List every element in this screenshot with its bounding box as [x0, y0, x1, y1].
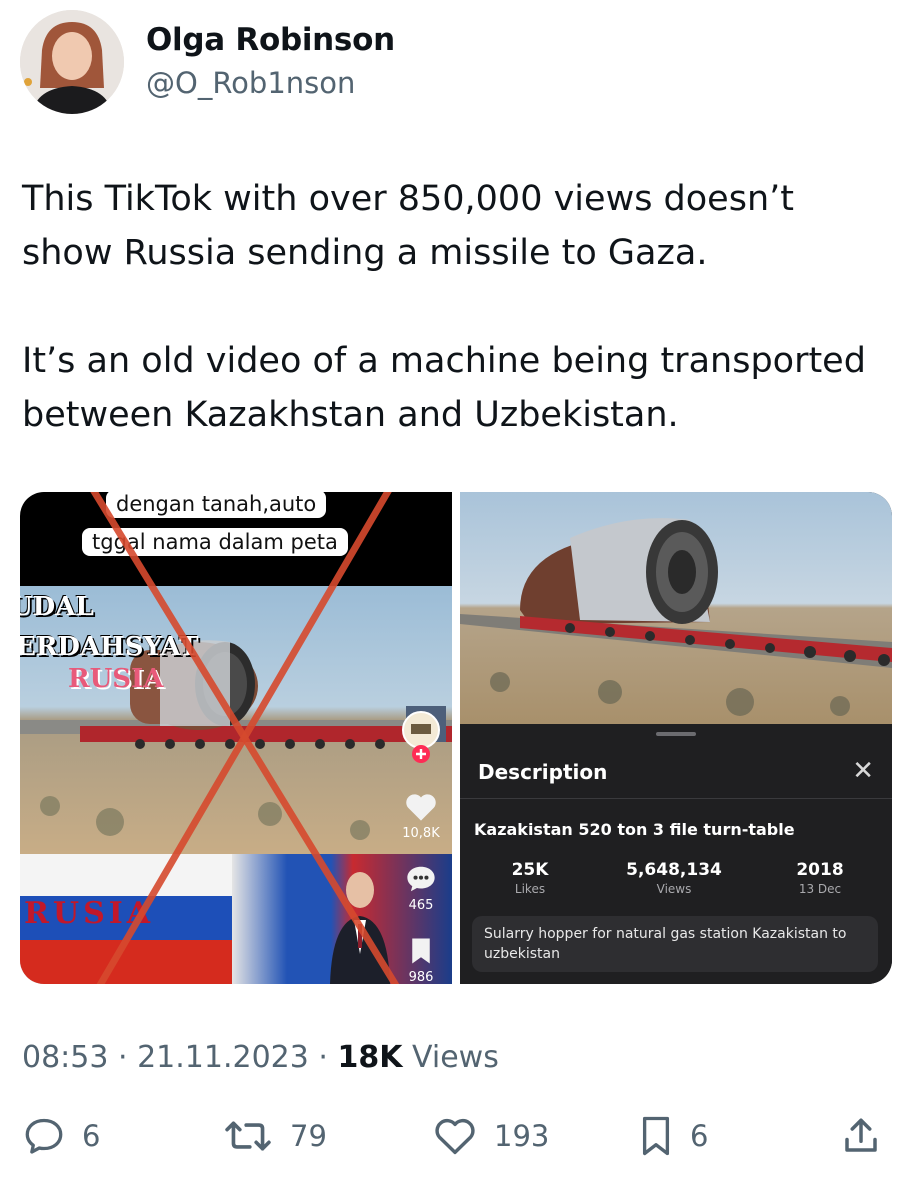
close-icon[interactable]: ✕ — [852, 758, 874, 784]
tweet-text: This TikTok with over 850,000 views does… — [22, 172, 892, 442]
stat-date-value: 2018 — [796, 860, 844, 880]
avatar-photo — [20, 10, 124, 114]
tweet-paragraph-2: It’s an old video of a machine being tra… — [22, 341, 866, 435]
overlay-text-2: ERDAHSYAT — [20, 632, 199, 662]
tweet-paragraph-1: This TikTok with over 850,000 views does… — [22, 179, 794, 273]
truck-illustration — [20, 640, 452, 840]
sheet-title: Description — [478, 760, 608, 784]
heart-icon — [435, 1118, 475, 1155]
share-icon — [845, 1118, 877, 1152]
divider — [460, 798, 892, 799]
views-count: 18K — [337, 1040, 403, 1075]
comment-action[interactable]: 465 — [396, 864, 446, 913]
sheet-grabber[interactable] — [656, 732, 696, 736]
stat-likes: 25K Likes — [502, 860, 558, 896]
bookmark-icon — [412, 938, 430, 964]
like-button[interactable]: 193 — [432, 1116, 549, 1156]
stat-likes-value: 25K — [511, 860, 549, 880]
transport-scene — [20, 586, 452, 854]
stat-date: 2018 13 Dec — [790, 860, 850, 896]
repost-icon — [225, 1121, 271, 1151]
description-sheet: Description ✕ Kazakistan 520 ton 3 file … — [460, 724, 892, 984]
truck-photo-illustration — [460, 518, 892, 716]
tweet-meta: 08:53 · 21.11.2023 · 18K Views — [22, 1040, 499, 1075]
description-text: Sularry hopper for natural gas station K… — [472, 916, 878, 972]
media-grid: dengan tanah,auto tggal nama dalam peta — [20, 492, 892, 984]
stat-views-value: 5,648,134 — [626, 860, 722, 880]
overlay-text-3: RUSIA — [68, 664, 164, 694]
caption-line-1: dengan tanah,auto — [106, 492, 327, 518]
stat-views-label: Views — [656, 882, 692, 896]
views-label: Views — [412, 1040, 499, 1075]
media-image-tiktok[interactable]: dengan tanah,auto tggal nama dalam peta — [20, 492, 452, 984]
stat-date-label: 13 Dec — [798, 882, 842, 896]
share-button[interactable] — [840, 1116, 882, 1156]
repost-button[interactable]: 79 — [222, 1116, 327, 1156]
bookmark-count: 6 — [690, 1119, 709, 1153]
comment-icon — [407, 866, 435, 892]
media-image-description[interactable]: Description ✕ Kazakistan 520 ton 3 file … — [460, 492, 892, 984]
save-count: 986 — [408, 970, 434, 984]
heart-icon — [406, 794, 436, 821]
transport-photo — [460, 492, 892, 724]
flag-stripe-white — [20, 854, 232, 896]
tweet-time[interactable]: 08:53 — [22, 1040, 108, 1075]
like-action[interactable]: 10,8K — [396, 792, 446, 841]
bookmark-icon — [642, 1116, 670, 1156]
tweet-date[interactable]: 21.11.2023 — [137, 1040, 309, 1075]
reply-count: 6 — [82, 1119, 101, 1153]
author-name[interactable]: Olga Robinson — [146, 22, 395, 58]
like-count: 193 — [494, 1119, 550, 1153]
avatar[interactable] — [20, 10, 124, 114]
profile-badge[interactable] — [396, 710, 446, 774]
overlay-text-1: UDAL — [20, 592, 94, 622]
flag-stripe-red — [20, 940, 232, 984]
author-handle[interactable]: @O_Rob1nson — [146, 66, 355, 100]
reply-button[interactable]: 6 — [22, 1116, 100, 1156]
repost-count: 79 — [290, 1119, 327, 1153]
stat-likes-label: Likes — [514, 882, 546, 896]
like-count: 10,8K — [402, 826, 440, 841]
video-title: Kazakistan 520 ton 3 file turn-table — [474, 820, 795, 839]
flag-text: RUSIA — [24, 896, 155, 931]
comment-count: 465 — [408, 898, 434, 913]
caption-line-2: tggal nama dalam peta — [82, 528, 348, 556]
save-action[interactable]: 986 — [396, 936, 446, 984]
speaker-figure — [330, 872, 390, 984]
stat-views: 5,648,134 Views — [622, 860, 726, 896]
bookmark-button[interactable]: 6 — [638, 1116, 708, 1156]
reply-icon — [25, 1118, 63, 1154]
profile-avatar-icon — [402, 711, 440, 763]
